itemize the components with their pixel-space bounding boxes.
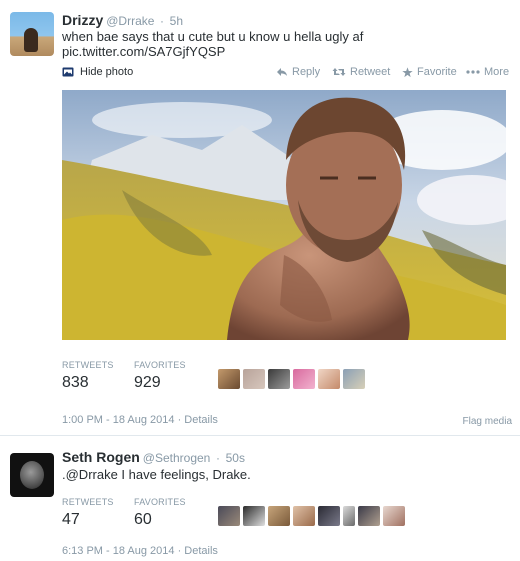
tweet-link[interactable]: pic.twitter.com/SA7GjfYQSP (62, 44, 225, 60)
reply-label: Reply (292, 66, 321, 78)
tweet-seth-rogen: Seth Rogen @Sethrogen · 50s .@Drrake I ha… (0, 437, 520, 561)
reply-icon (277, 68, 287, 76)
user-avatar[interactable] (243, 506, 265, 526)
screen-name[interactable]: @Sethrogen (143, 451, 211, 465)
reply-button[interactable]: Reply (276, 66, 320, 78)
more-dots-icon (466, 70, 480, 74)
user-avatar[interactable] (343, 369, 365, 389)
tweet-timestamp[interactable]: 6:13 PM - 18 Aug 2014 · Details (62, 545, 218, 557)
favorite-button[interactable]: Favorite (402, 66, 457, 78)
tweet-photo[interactable] (62, 90, 506, 340)
favoriter-avatars (218, 369, 368, 389)
user-avatar[interactable] (218, 369, 240, 389)
user-avatar[interactable] (383, 506, 405, 526)
separator: · (160, 14, 165, 28)
tweet-timestamp[interactable]: 1:00 PM - 18 Aug 2014 · Details (62, 414, 218, 426)
user-avatar[interactable] (268, 369, 290, 389)
tweet-text: .@Drrake I have feelings, Drake. (62, 467, 251, 482)
favorite-label: Favorite (417, 66, 457, 78)
tweet-time[interactable]: 5h (170, 14, 183, 28)
favorites-label: FAVORITES (134, 497, 186, 507)
display-name[interactable]: Drizzy (62, 12, 103, 28)
avatar[interactable] (10, 453, 54, 497)
retweets-stat[interactable]: RETWEETS 838 (62, 360, 114, 392)
user-avatar[interactable] (343, 506, 355, 526)
retweets-count: 838 (62, 374, 89, 391)
more-label: More (484, 66, 510, 78)
retweets-label: RETWEETS (62, 497, 114, 507)
tweet-header: Seth Rogen @Sethrogen · 50s (62, 449, 245, 466)
hide-photo-icon (62, 67, 74, 77)
separator: · (215, 451, 220, 465)
tweet-actions: Hide photo Reply Retweet Favorite More (62, 66, 512, 82)
display-name[interactable]: Seth Rogen (62, 449, 140, 465)
tweet-text: when bae says that u cute but u know u h… (62, 29, 364, 44)
retweets-count: 47 (62, 511, 80, 528)
flag-media-link[interactable]: Flag media (463, 416, 512, 427)
favorites-count: 60 (134, 511, 152, 528)
user-avatar[interactable] (268, 506, 290, 526)
hide-photo-label: Hide photo (80, 66, 134, 78)
retweet-label: Retweet (350, 66, 391, 78)
hide-photo-button[interactable]: Hide photo (62, 66, 133, 78)
retweet-icon (332, 68, 346, 76)
favorites-stat[interactable]: FAVORITES 929 (134, 360, 186, 392)
more-button[interactable]: More (466, 66, 509, 78)
retweets-stat[interactable]: RETWEETS 47 (62, 497, 114, 529)
user-avatar[interactable] (293, 369, 315, 389)
user-avatar[interactable] (358, 506, 380, 526)
tweet-time[interactable]: 50s (226, 451, 245, 465)
user-avatar[interactable] (243, 369, 265, 389)
screen-name[interactable]: @Drrake (106, 14, 154, 28)
tweet-drizzy: Drizzy @Drrake · 5h when bae says that u … (0, 0, 520, 436)
favorites-stat[interactable]: FAVORITES 60 (134, 497, 186, 529)
avatar[interactable] (10, 12, 54, 56)
favorites-count: 929 (134, 374, 161, 391)
retweet-button[interactable]: Retweet (332, 66, 390, 78)
tweet-header: Drizzy @Drrake · 5h (62, 12, 183, 29)
favoriter-avatars (218, 506, 408, 526)
user-avatar[interactable] (318, 506, 340, 526)
retweets-label: RETWEETS (62, 360, 114, 370)
favorites-label: FAVORITES (134, 360, 186, 370)
user-avatar[interactable] (218, 506, 240, 526)
photo-image (62, 90, 506, 340)
favorite-star-icon (402, 66, 413, 77)
user-avatar[interactable] (293, 506, 315, 526)
user-avatar[interactable] (318, 369, 340, 389)
